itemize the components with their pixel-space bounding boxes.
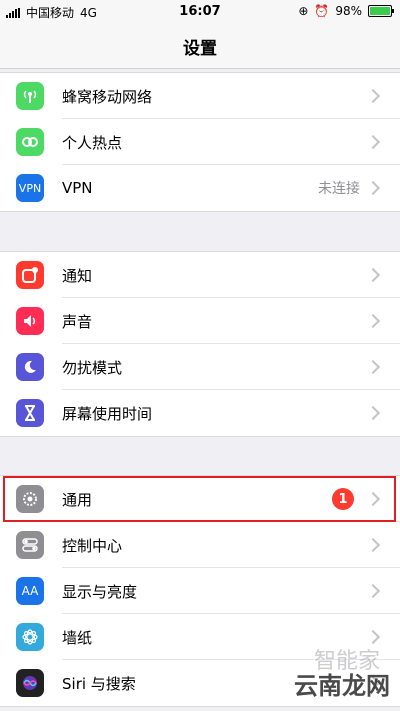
wallpaper-flower-icon: [16, 623, 44, 651]
chevron-right-icon: [365, 88, 381, 104]
text-size-icon: AA: [16, 577, 44, 605]
settings-row-label: 通用: [62, 490, 93, 509]
gear-icon: [16, 485, 44, 513]
settings-group-network: 蜂窝移动网络 个人热点 VPN VPN 未连接: [0, 72, 400, 212]
chevron-right-icon: [365, 180, 381, 196]
siri-icon: [16, 669, 44, 697]
chevron-right-icon: [365, 583, 381, 599]
settings-row-display[interactable]: AA 显示与亮度: [0, 568, 400, 614]
hourglass-icon: [16, 399, 44, 427]
rotation-lock-icon: ⊕: [298, 4, 309, 18]
chevron-right-icon: [365, 313, 381, 329]
settings-row-label: 屏幕使用时间: [62, 404, 153, 423]
settings-row-control-center[interactable]: 控制中心: [0, 522, 400, 568]
settings-row-label: 个人热点: [62, 133, 123, 152]
settings-row-sounds[interactable]: 声音: [0, 298, 400, 344]
vpn-icon: VPN: [16, 174, 44, 202]
speaker-icon: [16, 307, 44, 335]
status-right: ⊕ ⏰ 98%: [298, 4, 394, 18]
alarm-icon: ⏰: [314, 4, 330, 18]
settings-row-notifications[interactable]: 通知: [0, 252, 400, 298]
settings-row-cellular[interactable]: 蜂窝移动网络: [0, 73, 400, 119]
chevron-right-icon: [365, 134, 381, 150]
battery-icon: [368, 5, 394, 17]
chevron-right-icon: [365, 405, 381, 421]
cellular-antenna-icon: [16, 82, 44, 110]
chevron-right-icon: [365, 537, 381, 553]
navigation-bar: 设置: [0, 24, 400, 69]
watermark: 云南龙网: [294, 672, 390, 700]
update-badge: 1: [332, 488, 354, 510]
settings-row-label: 显示与亮度: [62, 582, 138, 601]
settings-row-label: 通知: [62, 266, 93, 285]
chevron-right-icon: [365, 629, 381, 645]
battery-percent: 98%: [335, 4, 362, 18]
toggles-icon: [16, 531, 44, 559]
vpn-status-value: 未连接: [318, 181, 360, 197]
page-title: 设置: [183, 39, 217, 59]
settings-row-label: 蜂窝移动网络: [62, 87, 153, 106]
settings-row-vpn[interactable]: VPN VPN 未连接: [0, 165, 400, 211]
chevron-right-icon: [365, 359, 381, 375]
settings-row-do-not-disturb[interactable]: 勿扰模式: [0, 344, 400, 390]
settings-row-hotspot[interactable]: 个人热点: [0, 119, 400, 165]
settings-row-label: 勿扰模式: [62, 358, 123, 377]
hotspot-link-icon: [16, 128, 44, 156]
chevron-right-icon: [365, 491, 381, 507]
settings-row-label: 控制中心: [62, 536, 123, 555]
chevron-right-icon: [365, 267, 381, 283]
settings-group-notifications: 通知 声音 勿扰模式 屏幕使用时间: [0, 251, 400, 437]
status-bar: 中国移动 4G 16:07 ⊕ ⏰ 98%: [0, 0, 400, 24]
settings-row-screen-time[interactable]: 屏幕使用时间: [0, 390, 400, 436]
settings-row-label: 声音: [62, 312, 93, 331]
moon-icon: [16, 353, 44, 381]
settings-row-label: VPN: [62, 179, 93, 197]
notifications-icon: [16, 261, 44, 289]
settings-row-general[interactable]: 通用 1: [0, 476, 400, 522]
